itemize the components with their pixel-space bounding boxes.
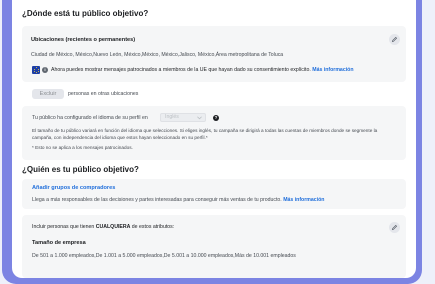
language-select[interactable]: Inglés — [160, 113, 206, 122]
add-buyer-groups-link[interactable]: Añadir grupos de compradores — [32, 185, 115, 191]
info-icon: i — [42, 67, 48, 73]
buyer-groups-more-info-link[interactable]: Más información — [283, 197, 324, 203]
buyer-groups-panel — [22, 179, 406, 209]
eu-flag-icon — [32, 66, 40, 74]
language-prefix: Tu público ha configurado el idioma de s… — [32, 115, 148, 121]
language-select-value: Inglés — [165, 114, 179, 120]
language-note-line2: campaña, con independencia del idioma qu… — [32, 135, 208, 140]
locations-value: Ciudad de México, México,Nuevo León, Méx… — [31, 52, 284, 58]
company-size-value: De 501 a 1.000 empleados,De 1.001 a 5.00… — [32, 253, 296, 259]
targeting-card: ¿Dónde está tu público objetivo? Ubicaci… — [12, 0, 416, 278]
buyer-groups-desc: Llega a más responsables de las decision… — [32, 197, 324, 203]
section-title-who: ¿Quién es tu público objetivo? — [22, 165, 139, 174]
pencil-icon — [391, 224, 398, 231]
include-rule: Incluir personas que tienen CUALQUIERA d… — [32, 224, 174, 230]
buyer-groups-desc-text: Llega a más responsables de las decision… — [32, 197, 282, 203]
eu-more-info-link[interactable]: Más información — [312, 67, 353, 73]
edit-attributes-button[interactable] — [389, 222, 400, 233]
edit-locations-button[interactable] — [389, 34, 400, 45]
chevron-down-icon — [197, 116, 202, 120]
company-size-label: Tamaño de empresa — [32, 240, 86, 246]
include-operator: CUALQUIERA — [95, 224, 131, 230]
language-help-icon[interactable]: ? — [213, 115, 219, 121]
exclude-button[interactable]: Excluir — [32, 89, 64, 99]
language-note-line1: El tamaño de tu público variará en funci… — [32, 128, 378, 133]
eu-notice-text: Ahora puedes mostrar mensajes patrocinad… — [51, 67, 311, 73]
pencil-icon — [391, 36, 398, 43]
eu-notice: Ahora puedes mostrar mensajes patrocinad… — [51, 67, 354, 73]
include-prefix: Incluir personas que tienen — [32, 224, 95, 230]
include-suffix: de estos atributos: — [131, 224, 175, 230]
locations-label: Ubicaciones (recientes o permanentes) — [31, 37, 136, 43]
section-title-where: ¿Dónde está tu público objetivo? — [22, 9, 149, 18]
language-footnote: * Esto no se aplica a los mensajes patro… — [32, 145, 133, 150]
exclude-text: personas en otras ubicaciones — [68, 91, 139, 97]
